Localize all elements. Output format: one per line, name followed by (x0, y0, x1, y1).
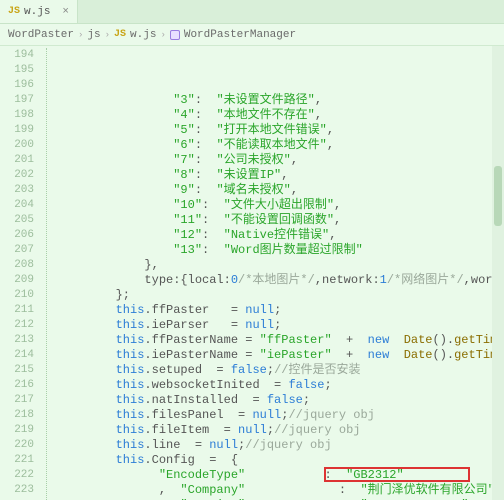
line-number: 194 (0, 48, 34, 63)
line-number: 220 (0, 438, 34, 453)
code-line[interactable]: "7": "公司未授权", (58, 153, 504, 168)
line-number: 217 (0, 393, 34, 408)
line-number: 203 (0, 183, 34, 198)
line-number: 202 (0, 168, 34, 183)
fold-strip[interactable] (40, 46, 54, 500)
chevron-right-icon: › (78, 30, 83, 40)
code-line[interactable]: this.filesPanel = null;//jquery obj (58, 408, 504, 423)
file-tab[interactable]: JS w.js × (0, 0, 78, 23)
code-line[interactable]: "13": "Word图片数量超过限制" (58, 243, 504, 258)
line-number: 199 (0, 123, 34, 138)
line-number-gutter: 1941951961971981992002012022032042052062… (0, 46, 40, 500)
code-line[interactable]: }; (58, 288, 504, 303)
code-line[interactable]: "5": "打开本地文件错误", (58, 123, 504, 138)
line-number: 205 (0, 213, 34, 228)
code-line[interactable]: this.ffPasterName = "ffPaster" + new Dat… (58, 333, 504, 348)
code-line[interactable]: "EncodeType" : "GB2312" (58, 468, 504, 483)
line-number: 214 (0, 348, 34, 363)
vertical-scrollbar[interactable] (492, 46, 504, 500)
code-line[interactable]: this.natInstalled = false; (58, 393, 504, 408)
js-file-icon: JS (114, 29, 126, 40)
line-number: 219 (0, 423, 34, 438)
line-number: 201 (0, 153, 34, 168)
line-number: 216 (0, 378, 34, 393)
line-number: 206 (0, 228, 34, 243)
line-number: 213 (0, 333, 34, 348)
breadcrumb: WordPaster › js › JS w.js › WordPasterMa… (0, 24, 504, 46)
line-number: 218 (0, 408, 34, 423)
line-number: 208 (0, 258, 34, 273)
close-icon[interactable]: × (62, 6, 69, 18)
code-line[interactable]: this.line = null;//jquery obj (58, 438, 504, 453)
line-number: 198 (0, 108, 34, 123)
line-number: 221 (0, 453, 34, 468)
code-line[interactable]: this.ieParser = null; (58, 318, 504, 333)
line-number: 215 (0, 363, 34, 378)
chevron-right-icon: › (105, 30, 110, 40)
code-line[interactable]: this.ffPaster = null; (58, 303, 504, 318)
breadcrumb-part[interactable]: WordPasterManager (184, 29, 296, 41)
line-number: 223 (0, 483, 34, 498)
code-line[interactable]: "11": "不能设置回调函数", (58, 213, 504, 228)
code-line[interactable]: this.Config = { (58, 453, 504, 468)
code-line[interactable]: "8": "未设置IP", (58, 168, 504, 183)
line-number: 200 (0, 138, 34, 153)
line-number: 222 (0, 468, 34, 483)
breadcrumb-part[interactable]: WordPaster (8, 29, 74, 41)
code-line[interactable]: this.iePasterName = "iePaster" + new Dat… (58, 348, 504, 363)
code-line[interactable]: this.websocketInited = false; (58, 378, 504, 393)
code-line[interactable]: "4": "本地文件不存在", (58, 108, 504, 123)
tab-filename: w.js (24, 6, 50, 18)
tab-bar: JS w.js × (0, 0, 504, 24)
line-number: 211 (0, 303, 34, 318)
breadcrumb-part[interactable]: js (87, 29, 100, 41)
js-file-icon: JS (8, 6, 20, 17)
code-line[interactable]: type:{local:0/*本地图片*/,network:1/*网络图片*/,… (58, 273, 504, 288)
code-line[interactable]: , "Company" : "荆门泽优软件有限公司" (58, 483, 504, 498)
line-number: 212 (0, 318, 34, 333)
method-icon (170, 30, 180, 40)
breadcrumb-part[interactable]: w.js (130, 29, 156, 41)
line-number: 197 (0, 93, 34, 108)
code-line[interactable]: "3": "未设置文件路径", (58, 93, 504, 108)
line-number: 196 (0, 78, 34, 93)
code-editor[interactable]: 1941951961971981992002012022032042052062… (0, 46, 504, 500)
line-number: 195 (0, 63, 34, 78)
code-line[interactable]: this.setuped = false;//控件是否安装 (58, 363, 504, 378)
line-number: 207 (0, 243, 34, 258)
scrollbar-thumb[interactable] (494, 166, 502, 226)
code-line[interactable]: "12": "Native控件错误", (58, 228, 504, 243)
line-number: 210 (0, 288, 34, 303)
code-area[interactable]: "3": "未设置文件路径", "4": "本地文件不存在", "5": "打开… (54, 46, 504, 500)
line-number: 209 (0, 273, 34, 288)
chevron-right-icon: › (160, 30, 165, 40)
code-line[interactable]: "6": "不能读取本地文件", (58, 138, 504, 153)
line-number: 204 (0, 198, 34, 213)
code-line[interactable]: "10": "文件大小超出限制", (58, 198, 504, 213)
code-line[interactable]: "9": "域名未授权", (58, 183, 504, 198)
code-line[interactable]: }, (58, 258, 504, 273)
code-line[interactable]: this.fileItem = null;//jquery obj (58, 423, 504, 438)
